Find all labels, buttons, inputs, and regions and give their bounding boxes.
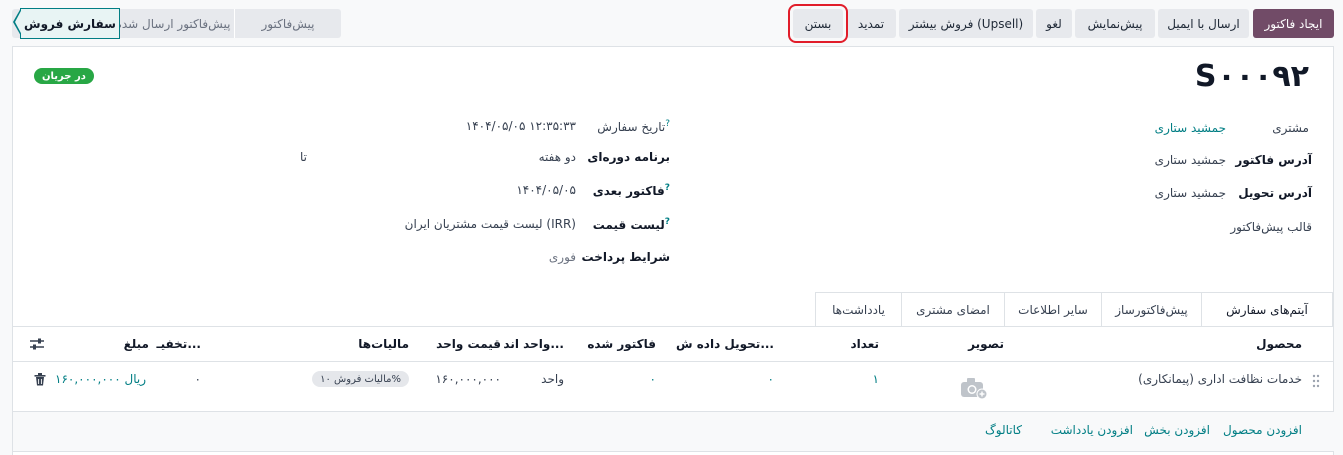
row-invoiced[interactable]: ۰ (650, 372, 656, 386)
create-invoice-button[interactable]: ایجاد فاکتور (1253, 9, 1334, 38)
order-lines-table: محصول تصویر تعداد تحویل داده ش... فاکتور… (13, 326, 1334, 452)
payment-terms-field[interactable]: فوری (549, 250, 576, 264)
tab-customer-signature[interactable]: امضای مشتری (901, 292, 1005, 326)
add-note-link[interactable]: افزودن یادداشت (1051, 423, 1133, 437)
add-line-row: افزودن محصول افزودن بخش افزودن یادداشت ک… (13, 412, 1334, 452)
payment-terms-label: شرایط پرداخت (581, 250, 670, 264)
col-quantity[interactable]: تعداد (851, 337, 879, 351)
status-bar: پیش‌فاکتور پیش‌فاکتور ارسال شده سفارش فر… (12, 8, 341, 39)
stage-quotation[interactable]: پیش‌فاکتور (235, 9, 341, 38)
row-tax-tag[interactable]: مالیات فروش ۱۰% (312, 371, 409, 387)
trash-icon[interactable] (34, 373, 46, 386)
help-icon[interactable]: ? (665, 119, 670, 129)
delivery-address-label: آدرس تحویل (1238, 186, 1312, 200)
catalog-link[interactable]: کاتالوگ (985, 423, 1022, 437)
optional-columns-icon[interactable] (29, 337, 45, 351)
order-date-label: تاریخ سفارش? (597, 119, 670, 134)
delivery-address-field[interactable]: جمشید ستاری (1155, 186, 1226, 200)
close-button[interactable]: بستن (788, 4, 848, 43)
notebook-tabs: آیتم‌های سفارش پیش‌فاکتورساز سایر اطلاعا… (815, 292, 1333, 327)
tab-other-info[interactable]: سایر اطلاعات (1004, 292, 1102, 326)
next-invoice-field[interactable]: ۱۴۰۴/۰۵/۰۵ (516, 183, 576, 197)
pricelist-label: لیست قیمت? (592, 217, 670, 232)
add-section-link[interactable]: افزودن بخش (1144, 423, 1210, 437)
stage-sales-order[interactable]: سفارش فروش (13, 8, 120, 39)
col-invoiced[interactable]: فاکتور شده (587, 337, 656, 351)
col-product[interactable]: محصول (1256, 337, 1302, 351)
order-date-field[interactable]: ۱۴۰۴/۰۵/۰۵ ۱۲:۳۵:۳۳ (466, 119, 576, 133)
tab-notes[interactable]: یادداشت‌ها (815, 292, 902, 326)
record-title: S۰۰۰۹۲ (1194, 59, 1309, 94)
quote-template-label: قالب پیش‌فاکتور (1230, 220, 1312, 234)
col-amount[interactable]: مبلغ (124, 337, 149, 351)
drag-handle-icon[interactable] (1312, 374, 1320, 388)
recurring-plan-field[interactable]: دو هفته (539, 150, 576, 164)
table-header: محصول تصویر تعداد تحویل داده ش... فاکتور… (13, 327, 1334, 362)
col-taxes[interactable]: مالیات‌ها (358, 337, 409, 351)
row-product[interactable]: خدمات نظافت اداری (پیمانکاری) (1138, 372, 1302, 386)
status-badge: در جریان (34, 68, 94, 84)
row-quantity[interactable]: ۱ (873, 372, 879, 386)
col-image[interactable]: تصویر (968, 337, 1004, 351)
tab-order-lines[interactable]: آیتم‌های سفارش (1201, 292, 1333, 327)
form-sheet: در جریان S۰۰۰۹۲ مشتری جمشید ستاری آدرس ف… (12, 46, 1334, 455)
customer-field[interactable]: جمشید ستاری (1155, 121, 1226, 135)
row-amount[interactable]: ۱۶۰,۰۰۰,۰۰۰ ریال (55, 372, 146, 386)
row-discount[interactable]: ۰ (195, 372, 201, 386)
add-product-link[interactable]: افزودن محصول (1223, 423, 1302, 437)
recurring-plan-label: برنامه دوره‌ای (587, 150, 670, 164)
cancel-button[interactable]: لغو (1036, 9, 1072, 38)
tab-quote-builder[interactable]: پیش‌فاکتورساز (1101, 292, 1202, 326)
row-delivered[interactable]: ۰ (768, 372, 774, 386)
invoice-address-label: آدرس فاکتور (1235, 153, 1312, 167)
col-discount[interactable]: تخفیـ... (157, 337, 201, 351)
col-unit-price[interactable]: قیمت واحد (436, 337, 501, 351)
help-icon[interactable]: ? (665, 183, 670, 193)
preview-button[interactable]: پیش‌نمایش (1075, 9, 1155, 38)
renew-button[interactable]: تمدید (846, 9, 896, 38)
add-image-camera-icon[interactable] (960, 376, 988, 400)
customer-label: مشتری (1272, 121, 1309, 135)
next-invoice-label: فاکتور بعدی? (592, 183, 670, 198)
send-email-button[interactable]: ارسال با ایمیل (1158, 9, 1249, 38)
help-icon[interactable]: ? (665, 217, 670, 227)
invoice-address-field[interactable]: جمشید ستاری (1155, 153, 1226, 167)
col-uom[interactable]: واحد اند... (503, 337, 564, 351)
pricelist-field[interactable]: لیست قیمت مشتریان ایران (IRR) (405, 217, 576, 231)
col-delivered[interactable]: تحویل داده ش... (676, 337, 774, 351)
recurring-plan-to: تا (300, 150, 307, 164)
upsell-button[interactable]: فروش بیشتر (Upsell) (899, 9, 1033, 38)
row-unit-price[interactable]: ۱۶۰,۰۰۰,۰۰۰ (435, 372, 501, 386)
row-uom[interactable]: واحد (541, 372, 564, 386)
stage-quotation-sent[interactable]: پیش‌فاکتور ارسال شده (116, 9, 231, 38)
table-row[interactable]: خدمات نظافت اداری (پیمانکاری) ۱ ۰ ۰ واحد… (13, 362, 1334, 412)
control-panel: پیش‌فاکتور پیش‌فاکتور ارسال شده سفارش فر… (0, 0, 1343, 46)
